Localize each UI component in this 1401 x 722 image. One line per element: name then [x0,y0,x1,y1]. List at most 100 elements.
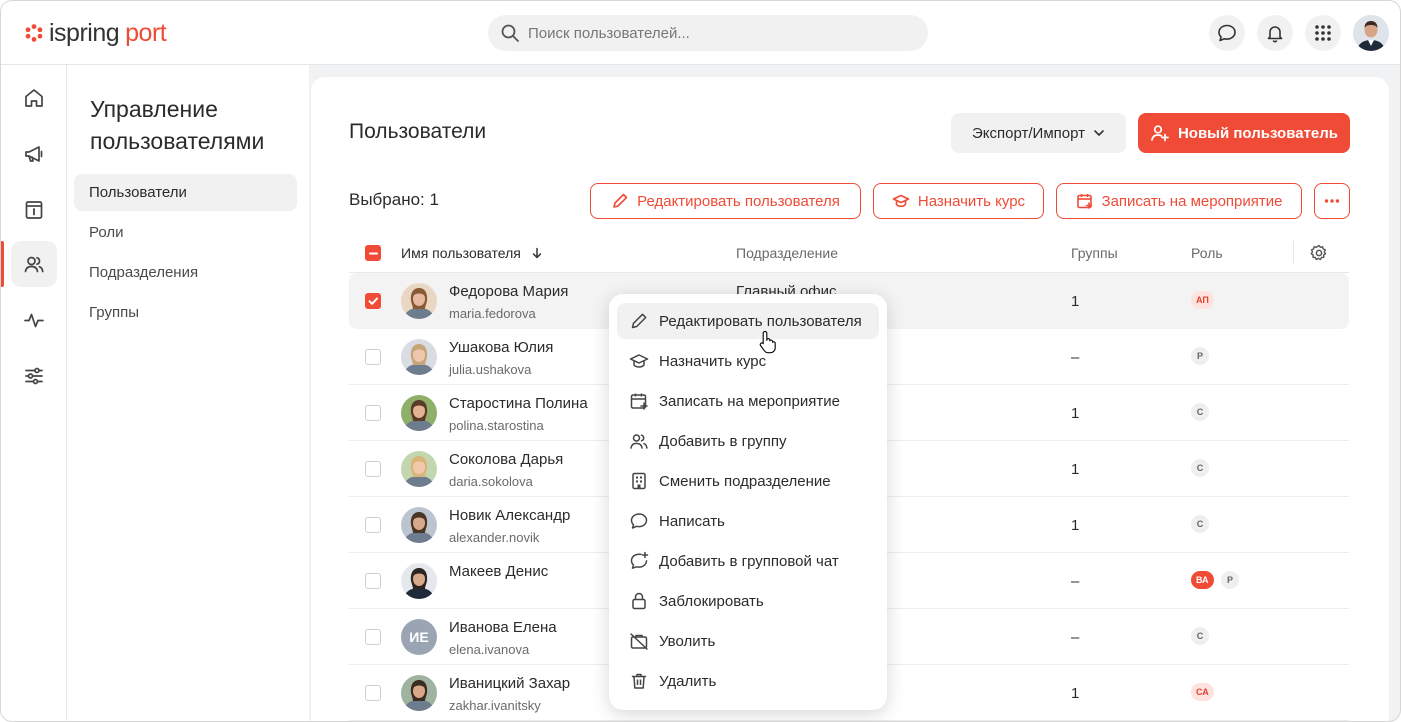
user-photo [401,507,437,543]
user-name: Макеев Денис [449,563,549,580]
row-checkbox[interactable] [365,293,381,309]
search-input[interactable] [528,24,908,42]
rail-settings[interactable] [11,353,57,399]
menu-block[interactable]: Заблокировать [617,583,879,619]
column-name-label: Имя пользователя [401,245,521,261]
left-rail [1,65,67,721]
user-photo [401,563,437,599]
rail-catalog[interactable] [11,187,57,233]
rail-users[interactable] [11,241,57,287]
new-user-button[interactable]: Новый пользователь [1138,113,1350,153]
row-checkbox[interactable] [365,685,381,701]
sidebar-item-roles[interactable]: Роли [74,214,297,251]
pencil-icon [631,313,647,329]
building-icon [632,472,646,490]
sidebar-item-users[interactable]: Пользователи [74,174,297,211]
menu-add-group-chat[interactable]: Добавить в групповой чат [617,543,879,579]
top-bar: ispring port [1,1,1400,65]
user-login: polina.starostina [449,418,544,433]
menu-dismiss[interactable]: Уволить [617,623,879,659]
user-groups-count: 1 [1071,405,1080,422]
export-import-button[interactable]: Экспорт/Импорт [951,113,1126,153]
menu-assign-course[interactable]: Назначить курс [617,343,879,379]
user-photo [401,451,437,487]
row-checkbox[interactable] [365,573,381,589]
user-login: elena.ivanova [449,642,530,657]
sidebar-item-departments[interactable]: Подразделения [74,254,297,291]
menu-enroll-event-label: Записать на мероприятие [659,392,840,410]
briefcase-off-icon [630,633,648,650]
enroll-event-button[interactable]: Записать на мероприятие [1056,183,1302,219]
select-all-checkbox[interactable] [365,245,381,261]
column-role[interactable]: Роль [1191,245,1223,261]
rail-news[interactable] [11,131,57,177]
menu-add-group-chat-label: Добавить в групповой чат [659,552,839,570]
user-photo [401,339,437,375]
secondary-sidebar: Управление пользователями Пользователи Р… [67,65,309,721]
avatar-initials: ИЕ [409,629,429,645]
graduation-cap-icon [892,194,910,208]
user-photo [401,283,437,319]
rail-home[interactable] [11,75,57,121]
logo[interactable]: ispring port [23,17,167,49]
menu-write-message-label: Написать [659,512,725,530]
megaphone-icon [25,146,43,162]
user-groups-count: – [1071,629,1080,646]
activity-icon [24,313,44,328]
row-checkbox[interactable] [365,405,381,421]
rail-activity[interactable] [11,297,57,343]
notifications-button[interactable] [1257,15,1293,51]
user-name: Соколова Дарья [449,451,564,468]
home-icon [25,89,43,107]
menu-enroll-event[interactable]: Записать на мероприятие [617,383,879,419]
menu-edit-user[interactable]: Редактировать пользователя [617,303,879,339]
search-icon [501,24,519,42]
avatar [401,339,437,375]
add-user-icon [1151,125,1169,142]
menu-edit-user-label: Редактировать пользователя [659,312,862,330]
table-header: Имя пользователя Подразделение Группы Ро… [349,235,1349,273]
user-name: Новик Александр [449,507,571,524]
column-name[interactable]: Имя пользователя [401,245,543,261]
avatar: ИЕ [401,619,437,655]
chat-button[interactable] [1209,15,1245,51]
user-groups-count: 1 [1071,685,1080,702]
sidebar-title: Управление пользователями [90,96,265,154]
row-checkbox[interactable] [365,349,381,365]
row-checkbox[interactable] [365,461,381,477]
user-name: Иванова Елена [449,619,557,636]
bell-icon [1267,26,1283,43]
logo-text: ispring [49,18,120,47]
column-groups[interactable]: Группы [1071,245,1118,261]
row-checkbox[interactable] [365,517,381,533]
search-box[interactable] [488,15,928,51]
menu-delete[interactable]: Удалить [617,663,879,699]
menu-change-department-label: Сменить подразделение [659,472,831,490]
user-login: daria.sokolova [449,474,533,489]
role-badge: С [1191,403,1209,421]
export-import-label: Экспорт/Импорт [972,124,1085,142]
user-login: julia.ushakova [449,362,532,377]
role-badge: ВА [1191,571,1214,589]
check-icon [368,297,378,305]
menu-change-department[interactable]: Сменить подразделение [617,463,879,499]
apps-button[interactable] [1305,15,1341,51]
assign-course-button[interactable]: Назначить курс [873,183,1044,219]
sort-arrow-down-icon [532,247,541,259]
sidebar-item-groups[interactable]: Группы [74,294,297,331]
row-checkbox[interactable] [365,629,381,645]
edit-user-button[interactable]: Редактировать пользователя [590,183,861,219]
lock-icon [632,592,646,610]
avatar [401,507,437,543]
role-badge: С [1191,627,1209,645]
user-avatar[interactable] [1353,15,1389,51]
column-department[interactable]: Подразделение [736,245,838,261]
menu-write-message[interactable]: Написать [617,503,879,539]
menu-delete-label: Удалить [659,672,717,690]
table-settings-gear-icon[interactable] [1309,243,1329,263]
chat-icon [630,513,648,529]
more-actions-button[interactable] [1314,183,1350,219]
menu-add-to-group[interactable]: Добавить в группу [617,423,879,459]
role-badge: СА [1191,683,1214,701]
user-login: alexander.novik [449,530,540,545]
